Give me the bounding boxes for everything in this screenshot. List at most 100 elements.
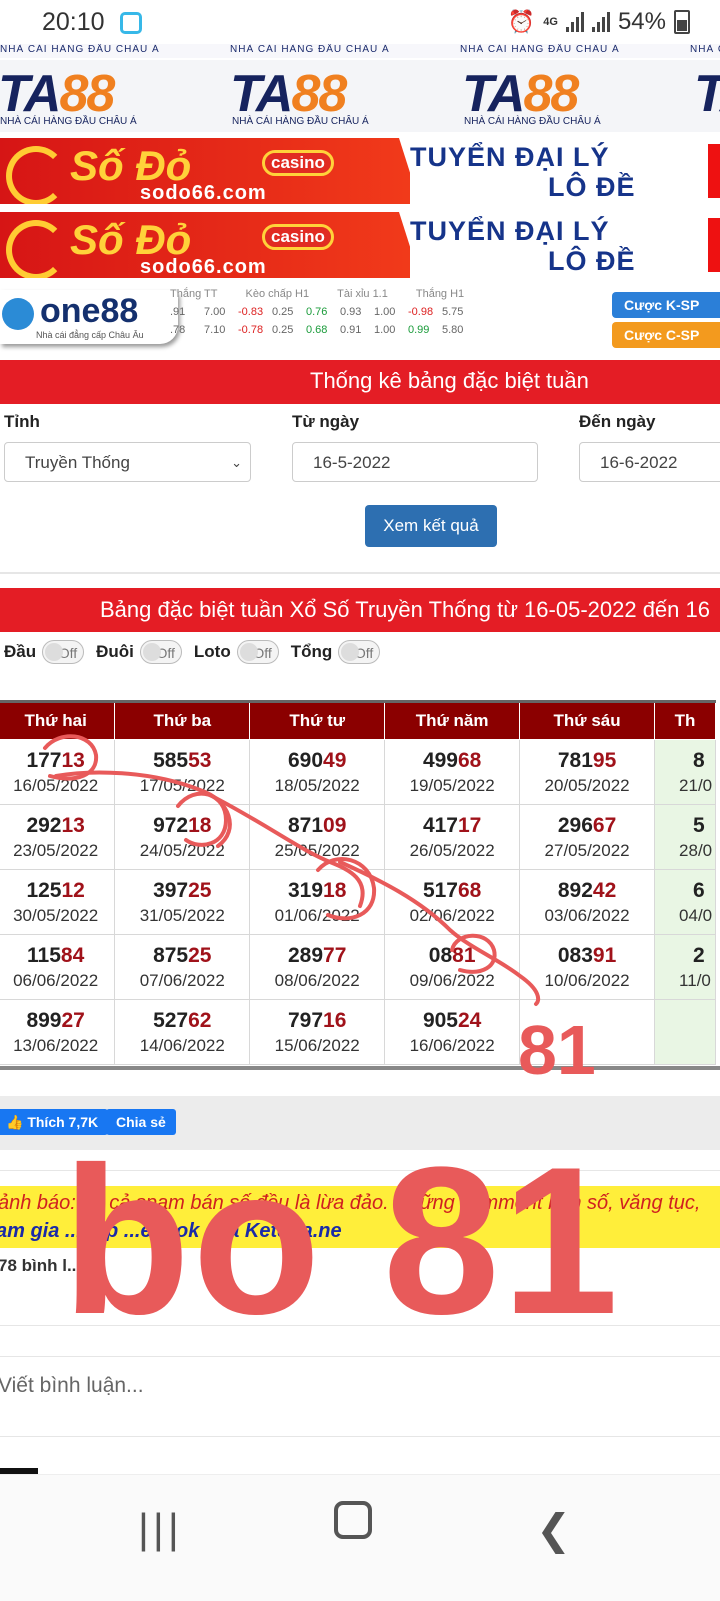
result-date: 26/05/2022 xyxy=(409,840,495,860)
ta88-logo: TA88 NHÀ CÁI HÀNG ĐẦU CHÂU Á xyxy=(230,65,369,127)
result-date: 15/06/2022 xyxy=(274,1035,360,1055)
status-bar: 20:10 ⏰ 4G 54% xyxy=(0,0,720,46)
sodo-banner-2[interactable]: Số Đỏ casino sodo66.com TUYỂN ĐẠI LÝ LÔ … xyxy=(0,212,720,278)
battery-percent: 54% xyxy=(617,8,666,35)
ta88-top-strip[interactable]: NHÀ CÁI HÀNG ĐẦU CHÂU Á NHÀ CÁI HÀNG ĐẦU … xyxy=(0,44,720,58)
status-icons: ⏰ 4G 54% xyxy=(508,8,690,36)
recent-apps-icon[interactable]: ||| xyxy=(138,1505,183,1553)
result-number: 0881 xyxy=(428,943,476,967)
odds-value: -0.98 xyxy=(408,306,434,318)
result-cell: 90524 16/06/2022 xyxy=(384,999,521,1065)
divider xyxy=(0,1436,720,1437)
result-cell: 87109 25/05/2022 xyxy=(249,804,386,870)
one88-banner[interactable]: one88 Nhà cái đẳng cấp Châu Âu Thắng TT K… xyxy=(0,284,720,352)
annotation-81: 81 xyxy=(518,1011,596,1089)
table-row: 17713 16/05/2022 58553 17/05/2022 69049 18/05… xyxy=(0,739,716,805)
back-icon[interactable]: ❮ xyxy=(536,1505,571,1554)
filter-toggles: Đầu Off Đuôi Off Loto Off Tổng Off xyxy=(4,638,386,666)
from-date-input[interactable]: 16-5-2022 xyxy=(292,442,538,482)
view-results-button[interactable]: Xem kết quả xyxy=(365,505,497,547)
result-number: 28977 xyxy=(288,943,347,967)
result-date: 01/06/2022 xyxy=(274,905,360,925)
result-cell xyxy=(654,999,716,1065)
odds-value: 0.99 xyxy=(408,324,430,336)
ta88-banner[interactable]: TA88 NHÀ CÁI HÀNG ĐẦU CHÂU Á TA88 NHÀ CÁI H… xyxy=(0,60,720,132)
android-nav-bar: ||| ❮ xyxy=(0,1474,720,1601)
results-table: Thứ hai Thứ ba Thứ tư Thứ năm Thứ sáu Th 1771… xyxy=(0,700,716,1065)
ta88-tagline: NHÀ CÁI HÀNG ĐẦU CHÂU Á xyxy=(230,44,390,55)
toggle-duoi[interactable]: Off xyxy=(139,640,182,664)
toggle-tong[interactable]: Off xyxy=(338,640,381,664)
table-bottom-border xyxy=(0,1066,720,1070)
sodo-logo-icon xyxy=(6,146,66,204)
ta88-tagline: NHÀ CÁI HÀNG ĐẦU CHÂU Á xyxy=(460,44,620,55)
result-cell: 2 11/0 xyxy=(654,934,716,1000)
column-header: Thứ năm xyxy=(384,700,521,740)
column-header: Thứ hai xyxy=(0,700,116,740)
result-number: 31918 xyxy=(288,878,347,902)
result-cell: 12512 30/05/2022 xyxy=(0,869,116,935)
result-cell: 69049 18/05/2022 xyxy=(249,739,386,805)
result-cell: 87525 07/06/2022 xyxy=(114,934,251,1000)
odds-value: -0.83 xyxy=(238,306,264,318)
odds-value: 0.68 xyxy=(306,324,328,336)
odds-value: 5.80 xyxy=(442,324,464,336)
result-number: 79716 xyxy=(288,1008,347,1032)
sodo-url: sodo66.com xyxy=(140,256,267,278)
result-cell: 52762 14/06/2022 xyxy=(114,999,251,1065)
ta88-logo: TA88 NHÀ CÁI HÀNG ĐẦU CHÂU Á xyxy=(462,65,601,127)
result-cell: 28977 08/06/2022 xyxy=(249,934,386,1000)
result-date: 06/06/2022 xyxy=(13,970,99,990)
result-cell: 39725 31/05/2022 xyxy=(114,869,251,935)
odds-value: 0.25 xyxy=(272,324,294,336)
odds-value: 1.00 xyxy=(374,306,396,318)
result-cell: 89242 03/06/2022 xyxy=(519,869,656,935)
result-date: 07/06/2022 xyxy=(139,970,225,990)
home-icon[interactable] xyxy=(334,1501,372,1539)
result-cell: 08391 10/06/2022 xyxy=(519,934,656,1000)
odds-value: 7.00 xyxy=(204,306,226,318)
table-row: 11584 06/06/2022 87525 07/06/2022 28977 08/06… xyxy=(0,934,716,1000)
column-header: Thứ ba xyxy=(114,700,251,740)
result-date: 30/05/2022 xyxy=(13,905,99,925)
result-cell: 49968 19/05/2022 xyxy=(384,739,521,805)
result-number: 39725 xyxy=(153,878,212,902)
toggle-loto[interactable]: Off xyxy=(236,640,279,664)
result-number: 69049 xyxy=(288,748,347,772)
result-cell: 29213 23/05/2022 xyxy=(0,804,116,870)
to-date-input[interactable]: 16-6-2022 xyxy=(579,442,720,482)
result-date: 28/0 xyxy=(679,840,713,860)
stats-header: Thống kê bảng đặc biệt tuần xyxy=(0,360,720,404)
result-date: 08/06/2022 xyxy=(274,970,360,990)
result-cell: 41717 26/05/2022 xyxy=(384,804,521,870)
result-cell: 0881 09/06/2022 xyxy=(384,934,521,1000)
table-title: Bảng đặc biệt tuần Xổ Số Truyền Thống từ… xyxy=(100,597,710,622)
column-header: Th xyxy=(654,700,716,740)
odds-value: .91 xyxy=(170,306,186,318)
bet-c-button[interactable]: Cược C-SP xyxy=(612,322,720,348)
province-label: Tỉnh xyxy=(4,412,40,431)
sodo-line1: TUYỂN ĐẠI LÝ xyxy=(410,142,610,172)
result-cell: 97218 24/05/2022 xyxy=(114,804,251,870)
column-header: Thứ tư xyxy=(249,700,386,740)
province-select[interactable]: Truyền Thống ⌄ xyxy=(4,442,251,482)
bet-k-button[interactable]: Cược K-SP xyxy=(612,292,720,318)
result-number: 29667 xyxy=(557,813,617,837)
sodo-logo-icon xyxy=(6,220,66,278)
table-header: Bảng đặc biệt tuần Xổ Số Truyền Thống từ… xyxy=(0,588,720,632)
result-number: 12512 xyxy=(26,878,85,902)
result-number: 89242 xyxy=(557,878,617,902)
odds-value: 5.75 xyxy=(442,306,464,318)
result-number: 08391 xyxy=(557,943,617,967)
odds-value: 0.25 xyxy=(272,306,294,318)
result-number: 87109 xyxy=(288,813,347,837)
sodo-banner[interactable]: Số Đỏ casino sodo66.com TUYỂN ĐẠI LÝ LÔ … xyxy=(0,138,720,204)
ball-icon xyxy=(2,298,34,330)
comment-input[interactable]: Viết bình luận... xyxy=(0,1374,144,1398)
result-number: 41717 xyxy=(422,813,482,837)
from-date-label: Từ ngày xyxy=(292,412,360,431)
toggle-dau[interactable]: Off xyxy=(42,640,85,664)
one88-logo: one88 Nhà cái đẳng cấp Châu Âu xyxy=(0,290,178,344)
table-row: 29213 23/05/2022 97218 24/05/2022 87109 25/05… xyxy=(0,804,716,870)
ta88-tagline: NHÀ CÁI HÀNG ĐẦU CHÂU Á xyxy=(0,44,160,55)
